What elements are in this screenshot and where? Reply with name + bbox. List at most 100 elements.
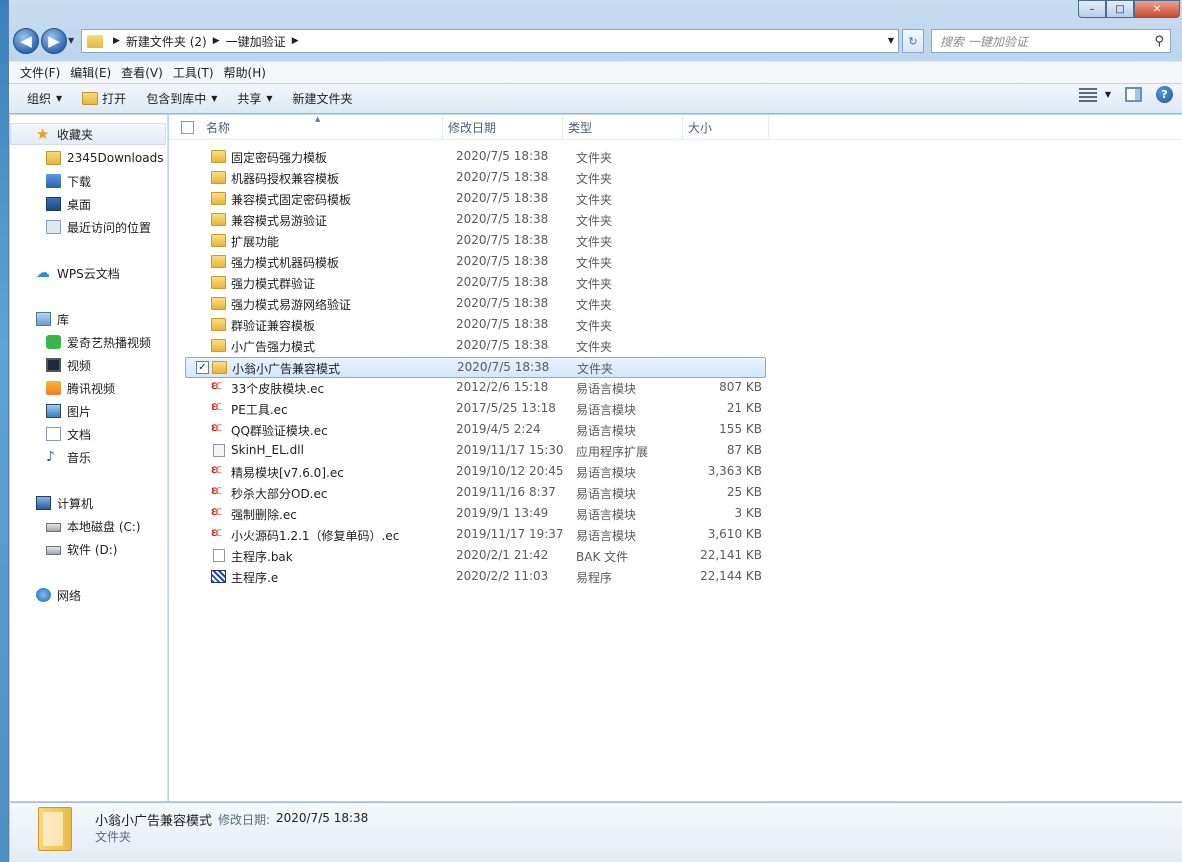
file-name: 强力模式机器码模板 (231, 256, 340, 270)
table-row[interactable]: ℇℂ PE工具.ec 2017/5/25 13:18 易语言模块 21 KB (185, 399, 766, 420)
folder-icon (211, 150, 226, 163)
search-input[interactable]: 搜索 一键加验证 ⚲ (931, 29, 1171, 53)
table-row[interactable]: ℇℂ 33个皮肤模块.ec 2012/2/6 15:18 易语言模块 807 KB (185, 378, 766, 399)
nav-item-downloads[interactable]: 下载 (46, 170, 91, 192)
change-view-button[interactable]: ▼ (1078, 87, 1111, 102)
file-size: 3,363 KB (707, 464, 762, 478)
breadcrumb-item[interactable]: 一键加验证 (226, 33, 286, 50)
nav-item-pictures[interactable]: 图片 (46, 400, 91, 422)
nav-item-iqiyi[interactable]: 爱奇艺热播视频 (46, 331, 151, 353)
breadcrumb-item[interactable]: 新建文件夹 (2) (126, 33, 207, 50)
table-row[interactable]: ✓ 小翁小广告兼容模式 2020/7/5 18:38 文件夹 (185, 357, 766, 378)
nav-item-recent-places[interactable]: 最近访问的位置 (46, 216, 151, 238)
nav-item-music[interactable]: ♪ 音乐 (46, 446, 91, 468)
back-button[interactable]: ◀ (13, 28, 39, 54)
nav-item-2345downloads[interactable]: 2345Downloads (46, 147, 163, 169)
table-row[interactable]: 兼容模式固定密码模板 2020/7/5 18:38 文件夹 (185, 189, 766, 210)
table-row[interactable]: 扩展功能 2020/7/5 18:38 文件夹 (185, 231, 766, 252)
file-list: ▲ 名称 修改日期 类型 大小 固定密码强力模板 2020/7/5 18:38 文件… (169, 115, 1182, 801)
chevron-down-icon[interactable]: ▼ (888, 36, 894, 45)
file-type: 文件夹 (576, 256, 613, 270)
search-icon[interactable]: ⚲ (1154, 34, 1164, 49)
nav-network[interactable]: 网络 (36, 584, 81, 606)
chevron-right-icon[interactable]: ▶ (113, 36, 120, 46)
file-name: 33个皮肤模块.ec (231, 382, 325, 396)
folder-icon (211, 339, 226, 352)
menu-view[interactable]: 查看(V) (116, 64, 168, 81)
table-row[interactable]: ℇℂ 秒杀大部分OD.ec 2019/11/16 8:37 易语言模块 25 KB (185, 483, 766, 504)
table-row[interactable]: 强力模式群验证 2020/7/5 18:38 文件夹 (185, 273, 766, 294)
table-row[interactable]: 群验证兼容模板 2020/7/5 18:38 文件夹 (185, 315, 766, 336)
column-header-size[interactable]: 大小 (683, 115, 769, 140)
table-row[interactable]: 固定密码强力模板 2020/7/5 18:38 文件夹 (185, 147, 766, 168)
menu-edit[interactable]: 编辑(E) (65, 64, 116, 81)
include-library-button[interactable]: 包含到库中 ▼ (136, 86, 227, 112)
table-row[interactable]: 主程序.bak 2020/2/1 21:42 BAK 文件 22,141 KB (185, 546, 766, 567)
table-row[interactable]: 兼容模式易游验证 2020/7/5 18:38 文件夹 (185, 210, 766, 231)
file-name: 兼容模式易游验证 (231, 214, 328, 228)
table-row[interactable]: 强力模式易游网络验证 2020/7/5 18:38 文件夹 (185, 294, 766, 315)
address-bar[interactable]: ▶ 新建文件夹 (2) ▶ 一键加验证 ▶ ▼ (81, 29, 899, 53)
nav-item-drive-d[interactable]: 软件 (D:) (46, 538, 117, 560)
menu-tools[interactable]: 工具(T) (168, 64, 219, 81)
nav-item-desktop[interactable]: 桌面 (46, 193, 91, 215)
table-row[interactable]: ℇℂ 小火源码1.2.1（修复单码）.ec 2019/11/17 19:37 易语言模… (185, 525, 766, 546)
nav-item-documents[interactable]: 文档 (46, 423, 91, 445)
table-row[interactable]: 机器码授权兼容模板 2020/7/5 18:38 文件夹 (185, 168, 766, 189)
chevron-right-icon[interactable]: ▶ (213, 36, 220, 46)
file-type: 易语言模块 (576, 466, 637, 480)
organize-button[interactable]: 组织 ▼ (17, 86, 72, 112)
file-type: 易语言模块 (576, 403, 637, 417)
file-modified-date: 2020/7/5 18:38 (456, 254, 549, 268)
nav-label: 本地磁盘 (C:) (67, 519, 141, 534)
help-icon[interactable]: ? (1156, 86, 1173, 103)
table-row[interactable]: 主程序.e 2020/2/2 11:03 易程序 22,144 KB (185, 567, 766, 588)
table-row[interactable]: ℇℂ QQ群验证模块.ec 2019/4/5 2:24 易语言模块 155 KB (185, 420, 766, 441)
minimize-button[interactable]: – (1078, 0, 1106, 18)
file-size: 22,141 KB (700, 548, 762, 562)
dll-file-icon (213, 444, 225, 457)
forward-button[interactable]: ▶ (41, 28, 67, 54)
nav-item-drive-c[interactable]: 本地磁盘 (C:) (46, 515, 141, 537)
open-label: 打开 (102, 92, 127, 106)
file-modified-date: 2020/7/5 18:38 (456, 275, 549, 289)
share-button[interactable]: 共享 ▼ (227, 86, 282, 112)
computer-icon (36, 496, 51, 510)
table-row[interactable]: SkinH_EL.dll 2019/11/17 15:30 应用程序扩展 87 KB (185, 441, 766, 462)
column-header-date[interactable]: 修改日期 (443, 115, 563, 140)
column-header-name[interactable]: 名称 (201, 115, 443, 140)
ec-module-icon: ℇℂ (211, 424, 222, 434)
nav-label: 收藏夹 (57, 127, 94, 142)
new-folder-button[interactable]: 新建文件夹 (283, 86, 363, 112)
nav-item-videos[interactable]: 视频 (46, 354, 91, 376)
menu-help[interactable]: 帮助(H) (219, 64, 271, 81)
file-name: 强制删除.ec (231, 508, 297, 522)
nav-wps-cloud[interactable]: ☁ WPS云文档 (36, 262, 120, 284)
column-header-type[interactable]: 类型 (563, 115, 683, 140)
recent-pages-dropdown[interactable]: ▼ (68, 36, 74, 45)
preview-pane-icon[interactable] (1125, 87, 1142, 102)
table-row[interactable]: ℇℂ 强制删除.ec 2019/9/1 13:49 易语言模块 3 KB (185, 504, 766, 525)
nav-library[interactable]: 库 (36, 308, 69, 330)
menu-file[interactable]: 文件(F) (15, 64, 65, 81)
caption-buttons: – □ ✕ (1078, 0, 1180, 18)
table-row[interactable]: 强力模式机器码模板 2020/7/5 18:38 文件夹 (185, 252, 766, 273)
select-all-checkbox[interactable] (181, 121, 194, 134)
table-row[interactable]: ℇℂ 精易模块[v7.6.0].ec 2019/10/12 20:45 易语言模块 3,… (185, 462, 766, 483)
nav-item-tencent-video[interactable]: 腾讯视频 (46, 377, 115, 399)
file-type: 易语言模块 (576, 529, 637, 543)
nav-favorites[interactable]: ★ 收藏夹 (10, 123, 166, 145)
ec-module-icon: ℇℂ (211, 508, 222, 518)
table-row[interactable]: 小广告强力模式 2020/7/5 18:38 文件夹 (185, 336, 766, 357)
close-button[interactable]: ✕ (1134, 0, 1180, 18)
details-item-type: 文件夹 (95, 830, 132, 844)
row-checkbox[interactable]: ✓ (196, 361, 209, 374)
music-icon: ♪ (46, 449, 55, 465)
maximize-button[interactable]: □ (1106, 0, 1134, 18)
file-type: 文件夹 (576, 193, 613, 207)
refresh-button[interactable]: ↻ (902, 29, 924, 53)
open-button[interactable]: 打开 (72, 86, 136, 112)
nav-computer[interactable]: 计算机 (36, 492, 93, 514)
file-modified-date: 2020/7/5 18:38 (456, 233, 549, 247)
chevron-right-icon[interactable]: ▶ (292, 36, 299, 46)
